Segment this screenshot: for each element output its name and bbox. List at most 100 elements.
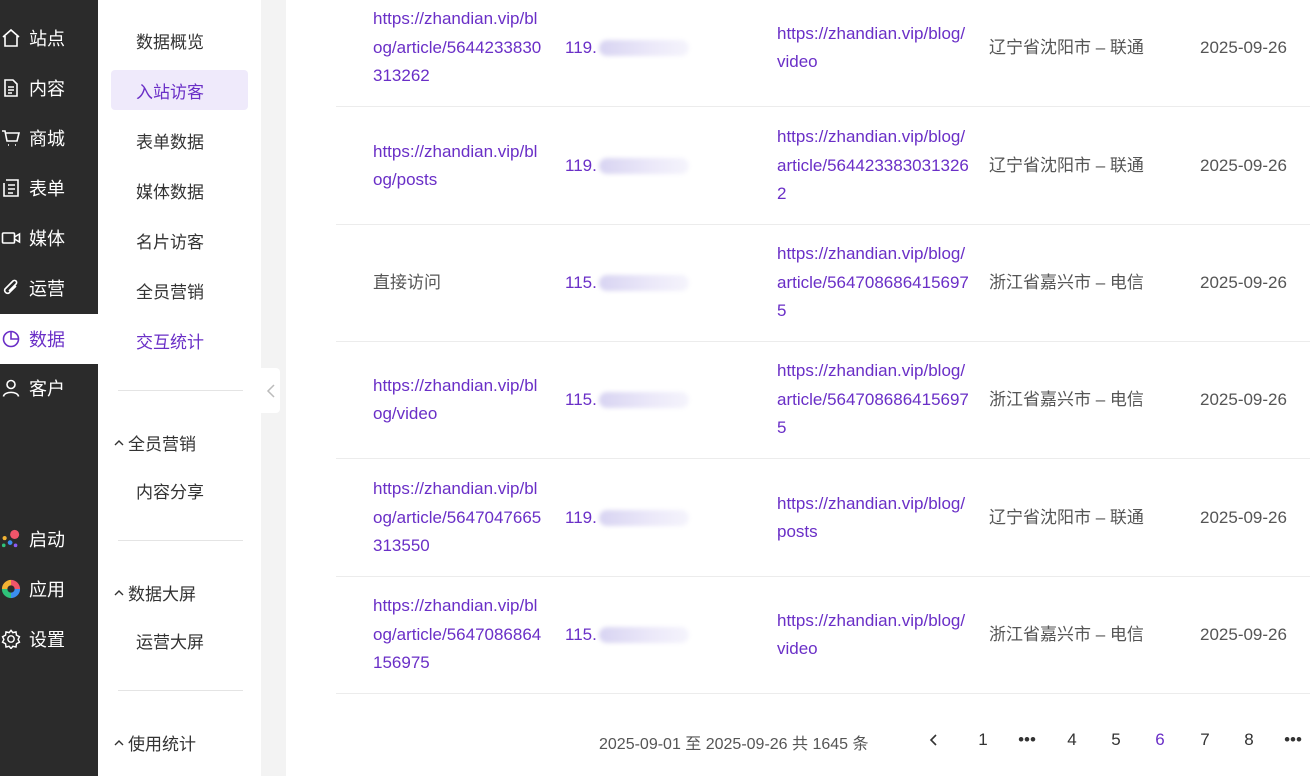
launch-dots-icon (0, 528, 22, 550)
nav-item-content[interactable]: 内容 (0, 63, 98, 113)
landing-page-cell[interactable]: https://zhandian.vip/blog/video (777, 0, 969, 106)
nav-item-site[interactable]: 站点 (0, 13, 98, 63)
submenu-item-interaction-stats[interactable]: 交互统计 (111, 320, 248, 360)
submenu-group-label: 全员营销 (128, 435, 196, 454)
chevron-up-icon (114, 439, 124, 445)
landing-page-cell[interactable]: https://zhandian.vip/blog/video (777, 577, 969, 693)
table-row: https://zhandian.vip/blog/article/564708… (336, 577, 1310, 694)
visit-date-cell: 2025-09-26 (1200, 389, 1287, 409)
nav-item-shop[interactable]: 商城 (0, 113, 98, 163)
home-icon (0, 27, 22, 49)
apps-ring-icon (0, 578, 22, 600)
page-button[interactable]: 7 (1190, 726, 1220, 754)
collapse-submenu-button[interactable] (261, 368, 280, 413)
document-icon (0, 77, 22, 99)
landing-page-cell[interactable]: https://zhandian.vip/blog/posts (777, 460, 969, 576)
submenu-item-overview[interactable]: 数据概览 (111, 20, 248, 60)
visitor-ip-cell[interactable]: 119. (565, 460, 715, 576)
visit-date-cell: 2025-09-26 (1200, 37, 1287, 57)
nav-item-label: 启动 (29, 530, 65, 550)
submenu-group-usage-stats[interactable]: 使用统计 (112, 730, 196, 755)
submenu-item-inbound-visitors[interactable]: 入站访客 (111, 70, 248, 110)
ip-redaction-blur (598, 275, 689, 291)
page-button-current[interactable]: 6 (1145, 726, 1175, 754)
ip-redaction-blur (598, 627, 689, 643)
table-row: https://zhandian.vip/blog/posts 119. https… (336, 108, 1310, 225)
submenu-item-form-data[interactable]: 表单数据 (111, 120, 248, 160)
submenu-group-big-screen[interactable]: 数据大屏 (112, 580, 196, 605)
landing-page-cell[interactable]: https://zhandian.vip/blog/article/564708… (777, 342, 969, 458)
table-row: https://zhandian.vip/blog/article/564704… (336, 460, 1310, 577)
source-page-cell[interactable]: https://zhandian.vip/blog/posts (373, 108, 543, 224)
nav-item-label: 运营 (29, 279, 65, 299)
source-page-cell: 直接访问 (373, 272, 441, 292)
nav-item-label: 媒体 (29, 229, 65, 249)
submenu-item-media-data[interactable]: 媒体数据 (111, 170, 248, 210)
prev-page-button[interactable] (919, 726, 949, 754)
pagination-range-text: 2025-09-01 至 2025-09-26 共 1645 条 (599, 736, 869, 753)
nav-item-label: 站点 (29, 29, 65, 49)
data-submenu: 数据概览 入站访客 表单数据 媒体数据 名片访客 全员营销 交互统计 全员营销 … (98, 0, 261, 776)
nav-item-media[interactable]: 媒体 (0, 213, 98, 263)
nav-item-label: 应用 (29, 580, 65, 600)
landing-page-cell[interactable]: https://zhandian.vip/blog/article/564708… (777, 225, 969, 341)
nav-item-settings[interactable]: 设置 (0, 614, 98, 664)
visitor-ip-cell[interactable]: 115. (565, 577, 715, 693)
page-button[interactable]: 1 (968, 726, 998, 754)
page-ellipsis[interactable]: ••• (1012, 726, 1042, 754)
chevron-up-icon (114, 739, 124, 745)
nav-item-data[interactable]: 数据 (0, 314, 98, 364)
nav-item-launch[interactable]: 启动 (0, 514, 98, 564)
visitor-ip-cell[interactable]: 119. (565, 0, 715, 106)
submenu-divider (118, 390, 243, 391)
location-cell: 辽宁省沈阳市 – 联通 (989, 155, 1144, 175)
nav-item-customer[interactable]: 客户 (0, 363, 98, 413)
submenu-item-operation-screen[interactable]: 运营大屏 (111, 620, 248, 660)
user-icon (0, 377, 22, 399)
form-icon (0, 177, 22, 199)
page-button[interactable]: 8 (1234, 726, 1264, 754)
visit-date-cell: 2025-09-26 (1200, 624, 1287, 644)
source-page-cell[interactable]: https://zhandian.vip/blog/video (373, 342, 543, 458)
nav-item-label: 商城 (29, 129, 65, 149)
page-button[interactable]: 4 (1057, 726, 1087, 754)
submenu-divider (118, 690, 243, 691)
pagination: 2025-09-01 至 2025-09-26 共 1645 条 1 ••• 4… (286, 722, 1310, 758)
visitor-ip-cell[interactable]: 115. (565, 342, 715, 458)
submenu-group-label: 使用统计 (128, 735, 196, 754)
source-page-cell[interactable]: https://zhandian.vip/blog/article/564423… (373, 0, 543, 106)
nav-item-apps[interactable]: 应用 (0, 564, 98, 614)
table-row: 直接访问 115. https://zhandian.vip/blog/articl… (336, 225, 1310, 342)
page-ellipsis[interactable]: ••• (1278, 726, 1308, 754)
table-row: https://zhandian.vip/blog/video 115. https… (336, 342, 1310, 459)
location-cell: 辽宁省沈阳市 – 联通 (989, 507, 1144, 527)
submenu-group-all-marketing[interactable]: 全员营销 (112, 430, 196, 455)
visitor-ip-cell[interactable]: 119. (565, 108, 715, 224)
visitor-table-panel: https://zhandian.vip/blog/article/564423… (286, 0, 1310, 776)
page-button[interactable]: 5 (1101, 726, 1131, 754)
chevron-up-icon (114, 589, 124, 595)
source-page-cell[interactable]: https://zhandian.vip/blog/article/564708… (373, 577, 543, 693)
source-page-cell[interactable]: https://zhandian.vip/blog/article/564704… (373, 460, 543, 576)
submenu-item-card-visitors[interactable]: 名片访客 (111, 220, 248, 260)
ip-redaction-blur (598, 158, 689, 174)
nav-item-label: 设置 (29, 630, 65, 650)
submenu-item-content-share[interactable]: 内容分享 (111, 470, 248, 510)
location-cell: 浙江省嘉兴市 – 电信 (989, 272, 1144, 292)
location-cell: 辽宁省沈阳市 – 联通 (989, 37, 1144, 57)
submenu-group-label: 数据大屏 (128, 585, 196, 604)
chevron-left-icon (929, 734, 937, 746)
table-row: https://zhandian.vip/blog/article/564423… (336, 0, 1310, 107)
nav-item-form[interactable]: 表单 (0, 163, 98, 213)
visitor-ip-cell[interactable]: 115. (565, 225, 715, 341)
location-cell: 浙江省嘉兴市 – 电信 (989, 624, 1144, 644)
submenu-item-all-marketing[interactable]: 全员营销 (111, 270, 248, 310)
cart-icon (0, 127, 22, 149)
location-cell: 浙江省嘉兴市 – 电信 (989, 389, 1144, 409)
nav-item-label: 表单 (29, 179, 65, 199)
landing-page-cell[interactable]: https://zhandian.vip/blog/article/564423… (777, 108, 969, 224)
nav-item-label: 内容 (29, 79, 65, 99)
nav-item-operation[interactable]: 运营 (0, 263, 98, 313)
primary-nav-rail: 站点 内容 商城 表单 媒体 运营 数据 客户 启动 应用 设置 (0, 0, 98, 776)
chevron-left-icon (266, 383, 275, 398)
